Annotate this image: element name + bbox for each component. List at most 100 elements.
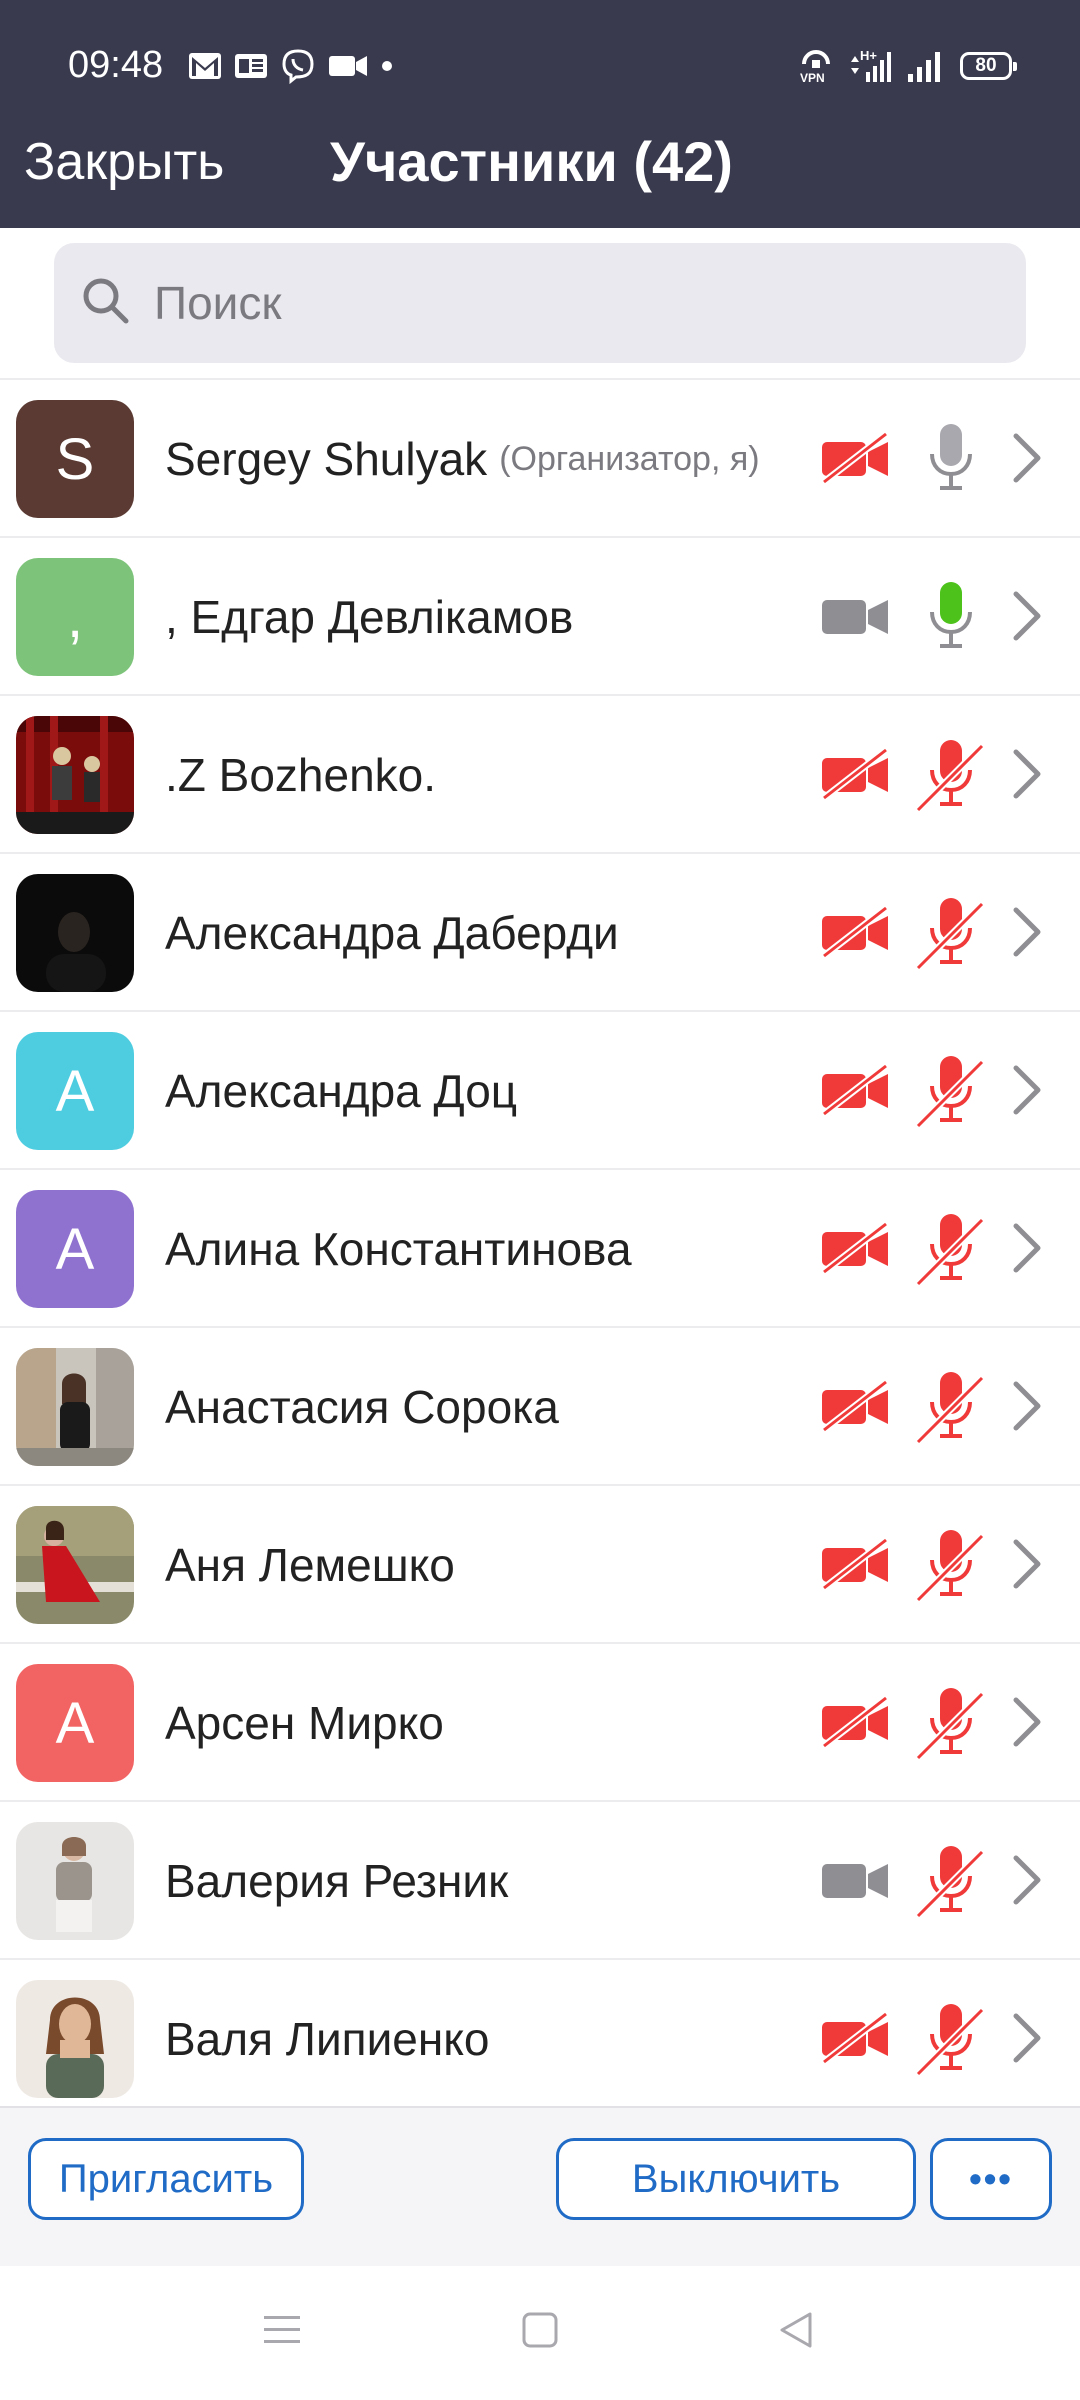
chevron-right-icon[interactable]: [1010, 430, 1044, 491]
video-off-icon: [820, 1537, 890, 1595]
participant-row[interactable]: Валя Липиенко: [0, 1960, 1080, 2104]
avatar: [16, 874, 134, 992]
video-camera-icon: [820, 590, 890, 647]
bottom-toolbar: Пригласить Выключить •••: [0, 2106, 1080, 2266]
chevron-right-icon[interactable]: [1010, 1220, 1044, 1281]
avatar-initial: A: [55, 1216, 95, 1282]
chevron-right-icon[interactable]: [1010, 746, 1044, 807]
participant-row[interactable]: Анастасия Сорока: [0, 1328, 1080, 1486]
battery-indicator: 80: [960, 52, 1017, 80]
close-button[interactable]: Закрыть: [24, 130, 224, 194]
mic-muted-icon: [915, 2002, 986, 2081]
menu-icon[interactable]: [262, 2310, 302, 2350]
status-right-icons: VPN H+ 80: [798, 46, 1017, 86]
participant-name: Валерия Резник: [165, 1855, 509, 1907]
chevron-right-icon[interactable]: [1010, 1536, 1044, 1597]
participant-name: .Z Bozhenko.: [165, 749, 437, 801]
participants-screen: 09:48 VPN H+ 80 Закрыть Участники (42) S…: [0, 0, 1080, 2400]
avatar-initial: A: [55, 1690, 95, 1756]
home-icon[interactable]: [520, 2310, 560, 2350]
status-left-icons: [188, 46, 394, 86]
video-off-icon: [820, 2011, 890, 2069]
mic-muted-icon: [915, 1686, 986, 1765]
video-camera-icon: [820, 1854, 890, 1911]
mic-muted-icon: [915, 1370, 986, 1449]
participant-name-wrap: Валерия Резник: [165, 1802, 508, 1960]
status-bar: 09:48 VPN H+ 80: [0, 0, 1080, 130]
avatar: [16, 1980, 134, 2098]
video-off-icon: [820, 905, 890, 963]
chevron-right-icon[interactable]: [1010, 588, 1044, 649]
status-time: 09:48: [68, 44, 164, 86]
news-icon: [235, 54, 267, 78]
participant-row[interactable]: A Алина Константинова: [0, 1170, 1080, 1328]
participant-name-wrap: Алина Константинова: [165, 1170, 632, 1328]
microphone-icon: [916, 580, 986, 659]
avatar: [16, 716, 134, 834]
chevron-right-icon[interactable]: [1010, 1378, 1044, 1439]
mic-muted-icon: [915, 1212, 986, 1291]
participant-name: Аня Лемешко: [165, 1539, 455, 1591]
search-icon: [83, 278, 129, 324]
chevron-right-icon[interactable]: [1010, 1694, 1044, 1755]
chevron-right-icon[interactable]: [1010, 904, 1044, 965]
participant-name: Sergey Shulyak: [165, 433, 488, 485]
gmail-icon: [189, 53, 221, 79]
avatar: [16, 1506, 134, 1624]
avatar: A: [16, 1190, 134, 1308]
avatar: [16, 1348, 134, 1466]
participant-name: Алина Константинова: [165, 1223, 632, 1275]
network-hplus-icon: H+: [851, 48, 891, 82]
participant-row[interactable]: A Александра Доц: [0, 1012, 1080, 1170]
svg-text:H+: H+: [860, 48, 877, 63]
avatar: ,: [16, 558, 134, 676]
participant-name-wrap: Sergey Shulyak (Организатор, я): [165, 380, 760, 538]
participant-row[interactable]: Александра Даберди: [0, 854, 1080, 1012]
participant-name: Александра Даберди: [165, 907, 619, 959]
avatar: S: [16, 400, 134, 518]
participant-name: Арсен Мирко: [165, 1697, 444, 1749]
participant-row[interactable]: Аня Лемешко: [0, 1486, 1080, 1644]
mute-all-button[interactable]: Выключить: [556, 2138, 916, 2220]
mic-muted-icon: [915, 1528, 986, 1607]
participant-name-wrap: , Едгар Девлікамов: [165, 538, 573, 696]
search-bar[interactable]: [54, 243, 1026, 363]
participant-row[interactable]: , , Едгар Девлікамов: [0, 538, 1080, 696]
participant-row[interactable]: S Sergey Shulyak (Организатор, я): [0, 380, 1080, 538]
svg-text:VPN: VPN: [800, 71, 825, 84]
system-nav-bar: [0, 2266, 1080, 2400]
search-input[interactable]: [154, 243, 994, 363]
header-bar: 09:48 VPN H+ 80 Закрыть Участники (42): [0, 0, 1080, 228]
more-button[interactable]: •••: [930, 2138, 1052, 2220]
chevron-right-icon[interactable]: [1010, 2010, 1044, 2071]
microphone-icon: [916, 422, 986, 501]
participant-name-wrap: Валя Липиенко: [165, 1960, 490, 2104]
video-off-icon: [820, 1221, 890, 1279]
participant-name: Александра Доц: [165, 1065, 518, 1117]
participant-name: , Едгар Девлікамов: [165, 591, 574, 643]
invite-button[interactable]: Пригласить: [28, 2138, 304, 2220]
participant-name: Анастасия Сорока: [165, 1381, 559, 1433]
participant-name-wrap: Аня Лемешко: [165, 1486, 455, 1644]
mic-muted-icon: [915, 896, 986, 975]
participant-role: (Организатор, я): [499, 439, 760, 478]
mic-muted-icon: [915, 1054, 986, 1133]
video-off-icon: [820, 1379, 890, 1437]
participant-name: Валя Липиенко: [165, 2013, 490, 2065]
participant-name-wrap: Александра Доц: [165, 1012, 517, 1170]
mic-muted-icon: [915, 738, 986, 817]
participant-name-wrap: Арсен Мирко: [165, 1644, 444, 1802]
participant-row[interactable]: A Арсен Мирко: [0, 1644, 1080, 1802]
participant-row[interactable]: .Z Bozhenko.: [0, 696, 1080, 854]
mic-muted-icon: [915, 1844, 986, 1923]
participant-list: S Sergey Shulyak (Организатор, я), , Едгар …: [0, 380, 1080, 2104]
chevron-right-icon[interactable]: [1010, 1852, 1044, 1913]
viber-icon: [282, 49, 314, 84]
back-icon[interactable]: [776, 2310, 816, 2350]
video-icon: [329, 56, 367, 76]
participant-row[interactable]: Валерия Резник: [0, 1802, 1080, 1960]
video-off-icon: [820, 1695, 890, 1753]
chevron-right-icon[interactable]: [1010, 1062, 1044, 1123]
avatar-initial: ,: [66, 584, 84, 650]
avatar: [16, 1822, 134, 1940]
